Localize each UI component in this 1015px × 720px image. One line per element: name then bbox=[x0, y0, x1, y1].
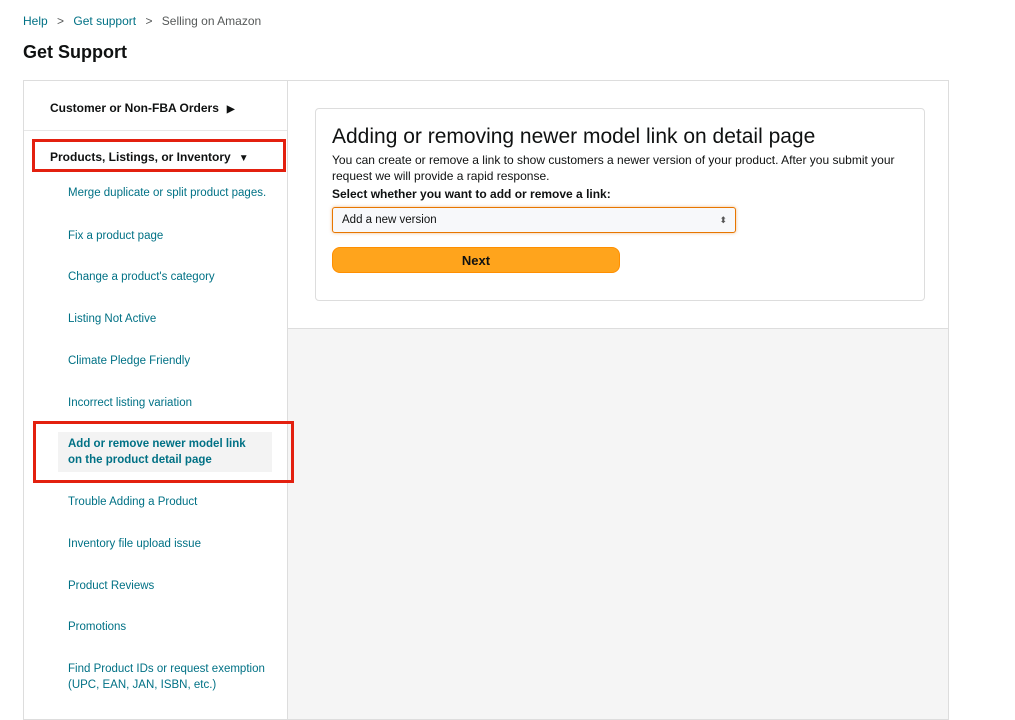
sidebar-category-label: Products, Listings, or Inventory bbox=[50, 150, 231, 164]
sidebar: Customer or Non-FBA Orders ▶ Products, Li… bbox=[24, 81, 288, 719]
sidebar-item-newer-model-link[interactable]: Add or remove newer model link on the pr… bbox=[58, 432, 272, 472]
breadcrumb: Help > Get support > Selling on Amazon bbox=[23, 14, 261, 28]
sidebar-item-incorrect-variation[interactable]: Incorrect listing variation bbox=[68, 395, 278, 411]
breadcrumb-get-support-link[interactable]: Get support bbox=[73, 14, 136, 28]
sidebar-item-promotions[interactable]: Promotions bbox=[68, 619, 278, 635]
form-title: Adding or removing newer model link on d… bbox=[332, 125, 816, 148]
sidebar-item-product-reviews[interactable]: Product Reviews bbox=[68, 578, 278, 594]
select-label: Select whether you want to add or remove… bbox=[332, 187, 611, 201]
sidebar-divider bbox=[24, 130, 287, 131]
sidebar-category-products-listings[interactable]: Products, Listings, or Inventory ▼ bbox=[50, 150, 249, 164]
sidebar-item-fix-product-page[interactable]: Fix a product page bbox=[68, 228, 278, 244]
content-background bbox=[288, 328, 948, 719]
sidebar-item-change-category[interactable]: Change a product's category bbox=[68, 269, 278, 285]
sidebar-item-inventory-upload[interactable]: Inventory file upload issue bbox=[68, 536, 278, 552]
sidebar-category-label: Customer or Non-FBA Orders bbox=[50, 101, 219, 115]
sidebar-item-climate-pledge[interactable]: Climate Pledge Friendly bbox=[68, 353, 278, 369]
form-description: You can create or remove a link to show … bbox=[332, 153, 895, 183]
request-form-card: Adding or removing newer model link on d… bbox=[315, 108, 925, 301]
sidebar-item-find-product-ids[interactable]: Find Product IDs or request exemption (U… bbox=[68, 661, 278, 693]
breadcrumb-separator-icon: > bbox=[57, 14, 65, 28]
select-arrows-icon: ⬍ bbox=[719, 215, 727, 225]
page-title: Get Support bbox=[23, 42, 127, 62]
select-value: Add a new version bbox=[342, 214, 437, 226]
link-action-select[interactable]: Add a new version ⬍ bbox=[332, 207, 736, 233]
sidebar-category-customer-orders[interactable]: Customer or Non-FBA Orders ▶ bbox=[50, 101, 235, 115]
sidebar-item-listing-not-active[interactable]: Listing Not Active bbox=[68, 311, 278, 327]
breadcrumb-current: Selling on Amazon bbox=[161, 14, 262, 28]
triangle-down-icon: ▼ bbox=[238, 153, 249, 164]
next-button[interactable]: Next bbox=[332, 247, 620, 273]
breadcrumb-help-link[interactable]: Help bbox=[23, 14, 48, 28]
sidebar-item-merge-duplicate[interactable]: Merge duplicate or split product pages. bbox=[68, 185, 278, 201]
breadcrumb-separator-icon: > bbox=[145, 14, 153, 28]
triangle-right-icon: ▶ bbox=[226, 104, 235, 115]
support-panel: Customer or Non-FBA Orders ▶ Products, Li… bbox=[23, 80, 949, 720]
sidebar-item-trouble-adding[interactable]: Trouble Adding a Product bbox=[68, 494, 278, 510]
